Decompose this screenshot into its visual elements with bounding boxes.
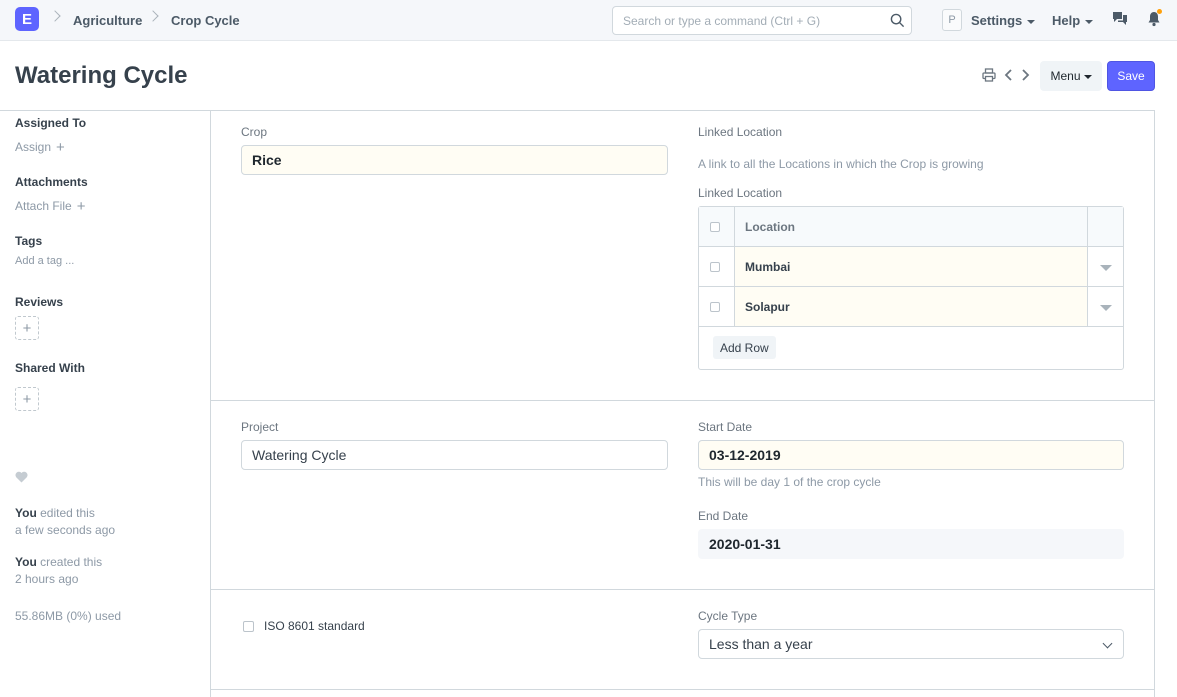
breadcrumb-agriculture[interactable]: Agriculture	[73, 13, 142, 28]
shared-with-label: Shared With	[15, 361, 85, 375]
awesomebar	[612, 6, 912, 35]
select-all-checkbox[interactable]	[710, 222, 720, 232]
column-divider	[734, 247, 735, 287]
project-label: Project	[241, 420, 279, 434]
caret-down-icon	[1083, 74, 1092, 79]
menu-label: Menu	[1050, 69, 1081, 83]
add-tag-link[interactable]: Add a tag ...	[15, 255, 74, 267]
assign-label: Assign	[15, 140, 52, 154]
reviews-label: Reviews	[15, 295, 64, 309]
linked-location-table-label: Linked Location	[698, 186, 783, 200]
end-date-label: End Date	[698, 509, 749, 523]
location-column-header: Location	[745, 220, 795, 234]
form-layout	[210, 110, 1155, 697]
iso-8601-label[interactable]: ISO 8601 standard	[264, 619, 365, 633]
crop-label: Crop	[241, 125, 268, 139]
row-edit-caret-icon[interactable]	[1100, 305, 1112, 311]
caret-down-icon	[1085, 19, 1094, 24]
project-field[interactable]: Watering Cycle	[241, 440, 668, 470]
attachments-label: Attachments	[15, 175, 88, 189]
chevron-right-icon[interactable]	[1020, 68, 1030, 82]
table-row[interactable]: Solapur	[699, 287, 1123, 327]
linked-location-help: A link to all the Locations in which the…	[698, 157, 984, 171]
caret-down-icon	[1027, 19, 1036, 24]
settings-label: Settings	[971, 13, 1023, 28]
add-row-button[interactable]: Add Row	[713, 336, 776, 359]
start-date-help: This will be day 1 of the crop cycle	[698, 475, 881, 489]
linked-location-table: Location Mumbai Solapur Add Row	[698, 206, 1124, 370]
row-checkbox[interactable]	[710, 302, 720, 312]
breadcrumb-crop-cycle[interactable]: Crop Cycle	[171, 13, 240, 28]
activity-action: created this	[36, 555, 103, 569]
row-checkbox[interactable]	[710, 262, 720, 272]
crop-field[interactable]: Rice	[241, 145, 668, 175]
help-dropdown[interactable]: Help	[1052, 13, 1094, 28]
search-icon[interactable]	[890, 13, 905, 28]
plus-icon: +	[22, 390, 32, 408]
add-review-button[interactable]: +	[15, 316, 39, 340]
location-value: Mumbai	[745, 260, 791, 274]
page-title: Watering Cycle	[15, 62, 188, 89]
activity-action: edited this	[36, 506, 95, 520]
chevron-right-icon	[147, 10, 159, 22]
cycle-type-select[interactable]: Less than a year	[698, 629, 1124, 659]
iso-8601-checkbox[interactable]	[243, 621, 254, 632]
attach-file-label: Attach File	[15, 199, 72, 213]
section-divider	[210, 689, 1155, 690]
print-icon[interactable]	[982, 68, 996, 82]
app-logo[interactable]: E	[15, 7, 39, 31]
chevron-left-icon[interactable]	[1004, 68, 1014, 82]
chevron-right-icon	[49, 10, 61, 22]
add-share-button[interactable]: +	[15, 387, 39, 411]
navbar: E Agriculture Crop Cycle P Settings Help	[0, 0, 1177, 41]
column-divider	[1087, 207, 1088, 247]
activity-time: 2 hours ago	[15, 572, 79, 586]
storage-used: 55.86MB (0%) used	[15, 609, 122, 623]
section-divider	[210, 589, 1155, 590]
activity-time: a few seconds ago	[15, 523, 116, 537]
start-date-field[interactable]: 03-12-2019	[698, 440, 1124, 470]
avatar[interactable]: P	[942, 9, 962, 31]
save-button[interactable]: Save	[1107, 61, 1155, 91]
attach-file-link[interactable]: Attach File +	[15, 198, 85, 215]
menu-button[interactable]: Menu	[1040, 61, 1102, 91]
cycle-type-value: Less than a year	[709, 636, 813, 652]
tags-label: Tags	[15, 234, 43, 248]
settings-dropdown[interactable]: Settings	[971, 13, 1036, 28]
activity-created: You created this 2 hours ago	[15, 554, 102, 588]
chevron-down-icon	[1102, 638, 1113, 649]
activity-user: You	[15, 506, 37, 520]
plus-icon: +	[76, 198, 86, 215]
column-divider	[734, 207, 735, 247]
search-input[interactable]	[613, 7, 873, 34]
plus-icon: +	[22, 319, 32, 337]
notification-dot	[1157, 9, 1162, 14]
heart-icon[interactable]	[15, 471, 28, 483]
help-label: Help	[1052, 13, 1081, 28]
cycle-type-label: Cycle Type	[698, 609, 758, 623]
table-header: Location	[699, 207, 1123, 247]
column-divider	[1087, 247, 1088, 287]
table-row[interactable]: Mumbai	[699, 247, 1123, 287]
start-date-label: Start Date	[698, 420, 753, 434]
chat-icon[interactable]	[1112, 11, 1128, 26]
section-divider	[210, 400, 1155, 401]
activity-edited: You edited this a few seconds ago	[15, 505, 115, 539]
column-divider	[734, 287, 735, 327]
column-divider	[1087, 287, 1088, 327]
activity-user: You	[15, 555, 37, 569]
linked-location-section-label: Linked Location	[698, 125, 783, 139]
end-date-field: 2020-01-31	[698, 529, 1124, 559]
plus-icon: +	[56, 139, 65, 156]
row-edit-caret-icon[interactable]	[1100, 265, 1112, 271]
assign-link[interactable]: Assign +	[15, 139, 65, 156]
location-value: Solapur	[745, 300, 790, 314]
assigned-to-label: Assigned To	[15, 116, 87, 130]
